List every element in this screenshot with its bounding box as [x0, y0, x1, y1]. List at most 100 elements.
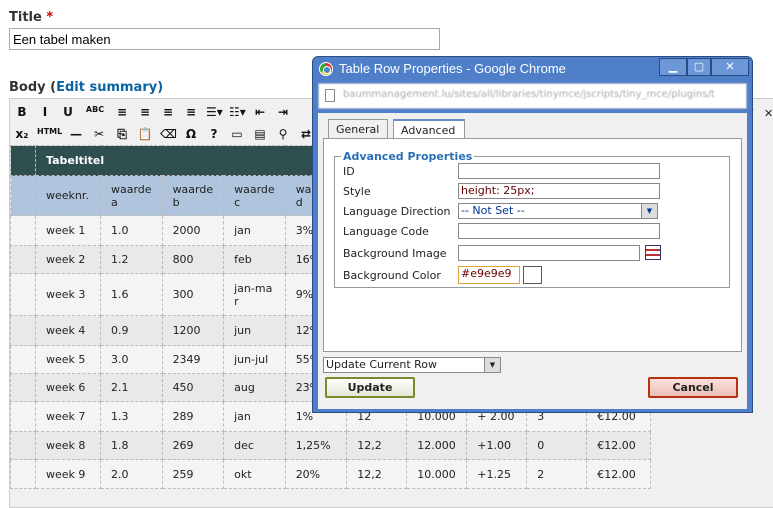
table-cell[interactable]: 0.9 [100, 315, 163, 346]
table-cell[interactable]: jan [223, 215, 286, 246]
toolbar-button-icon[interactable]: ⇥ [275, 105, 291, 119]
background-image-input[interactable] [458, 245, 640, 261]
table-cell[interactable]: jun [223, 315, 286, 346]
toolbar-button-icon[interactable]: — [68, 127, 84, 142]
table-cell[interactable] [10, 175, 36, 216]
table-row[interactable]: week 8 1.8 269 dec 1,25% 12,2 12.000 +1.00 0 €12.… [10, 431, 652, 460]
column-header[interactable]: waarde c [223, 175, 286, 216]
table-cell[interactable]: €12.00 [586, 431, 652, 460]
table-cell[interactable]: week 8 [35, 431, 101, 460]
table-cell[interactable]: 2 [526, 459, 588, 489]
table-cell[interactable]: 2349 [161, 345, 225, 374]
table-cell[interactable]: week 1 [35, 215, 101, 246]
table-cell[interactable]: week 6 [35, 373, 101, 402]
table-cell[interactable]: jan [223, 401, 286, 432]
table-cell[interactable]: 1.2 [100, 245, 163, 274]
toolbar-button-icon[interactable]: ☰▾ [206, 105, 223, 119]
table-cell[interactable]: dec [223, 431, 286, 460]
table-cell[interactable]: 20% [284, 459, 348, 489]
table-cell[interactable]: feb [223, 245, 286, 274]
table-cell[interactable]: 3.0 [100, 345, 163, 374]
toolbar-button-icon[interactable]: ⚲ [275, 127, 291, 142]
table-cell[interactable] [10, 145, 36, 176]
table-cell[interactable] [10, 373, 36, 402]
table-cell[interactable]: aug [223, 373, 286, 402]
language-direction-select[interactable]: -- Not Set -- ▼ [458, 203, 658, 219]
table-cell[interactable]: 2.0 [100, 459, 163, 489]
toolbar-button-icon[interactable]: ? [206, 127, 222, 142]
close-window-button[interactable]: ✕ [711, 58, 749, 76]
table-cell[interactable]: 10.000 [406, 459, 468, 489]
table-cell[interactable]: 1.3 [100, 401, 163, 432]
tab-advanced[interactable]: Advanced [393, 119, 465, 140]
toolbar-button-icon[interactable]: ⇤ [252, 105, 268, 119]
table-cell[interactable]: 300 [161, 273, 225, 316]
browse-icon[interactable] [645, 245, 661, 260]
column-header[interactable]: weeknr. [35, 175, 101, 216]
table-cell[interactable] [10, 345, 36, 374]
toolbar-button-icon[interactable]: HTML [37, 127, 62, 142]
toolbar-button-icon[interactable]: ≡ [183, 105, 199, 119]
table-cell[interactable] [10, 215, 36, 246]
table-cell[interactable]: 800 [161, 245, 225, 274]
minimize-button[interactable]: ▁ [659, 58, 687, 76]
edit-summary-link[interactable]: Edit summary [56, 80, 157, 95]
table-cell[interactable]: 1.6 [100, 273, 163, 316]
tab-general[interactable]: General [328, 119, 388, 139]
table-cell[interactable]: week 9 [35, 459, 101, 489]
table-cell[interactable]: 2.1 [100, 373, 163, 402]
background-color-input[interactable]: #e9e9e9 [458, 266, 520, 284]
table-row[interactable]: week 9 2.0 259 okt 20% 12,2 10.000 +1.25 2 €12.00 [10, 459, 652, 489]
table-cell[interactable]: week 3 [35, 273, 101, 316]
title-input[interactable] [9, 28, 440, 50]
toolbar-button-icon[interactable]: ▤ [252, 127, 268, 142]
table-cell[interactable]: €12.00 [586, 459, 652, 489]
id-input[interactable] [458, 163, 660, 179]
table-cell[interactable]: 2000 [161, 215, 225, 246]
toolbar-button-icon[interactable]: ⌫ [160, 127, 177, 142]
column-header[interactable]: waarde a [100, 175, 163, 216]
table-cell[interactable]: 269 [161, 431, 225, 460]
toolbar-button-icon[interactable]: B [14, 105, 30, 119]
table-cell[interactable]: 289 [161, 401, 225, 432]
table-cell[interactable]: jun-jul [223, 345, 286, 374]
table-cell[interactable]: 0 [526, 431, 588, 460]
cancel-button[interactable]: Cancel [648, 377, 738, 398]
table-cell[interactable]: 1,25% [284, 431, 348, 460]
table-cell[interactable]: jan-mar [223, 273, 286, 316]
toolbar-button-icon[interactable]: ≡ [137, 105, 153, 119]
toolbar-button-icon[interactable]: ≡ [160, 105, 176, 119]
table-cell[interactable] [10, 273, 36, 316]
language-code-input[interactable] [458, 223, 660, 239]
maximize-button[interactable]: ▢ [687, 58, 711, 76]
action-select[interactable]: Update Current Row ▼ [323, 357, 501, 373]
toolbar-button-icon[interactable]: 📋 [137, 127, 153, 142]
toolbar-button-icon[interactable]: I [37, 105, 53, 119]
close-icon[interactable]: ✕ [764, 107, 773, 120]
table-cell[interactable]: week 4 [35, 315, 101, 346]
table-cell[interactable]: 12.000 [406, 431, 468, 460]
style-input[interactable]: height: 25px; [458, 183, 660, 199]
table-cell[interactable] [10, 459, 36, 489]
address-bar[interactable]: baummanagement.lu/sites/all/libraries/ti… [318, 83, 747, 109]
table-cell[interactable]: +1.00 [466, 431, 528, 460]
table-cell[interactable]: 1.8 [100, 431, 163, 460]
table-cell[interactable]: 1.0 [100, 215, 163, 246]
table-cell[interactable]: 12,2 [346, 431, 408, 460]
toolbar-button-icon[interactable]: ✂ [91, 127, 107, 142]
table-cell[interactable]: 450 [161, 373, 225, 402]
toolbar-button-icon[interactable]: ☷▾ [229, 105, 246, 119]
table-cell[interactable] [10, 245, 36, 274]
update-button[interactable]: Update [325, 377, 415, 398]
table-cell[interactable]: 12,2 [346, 459, 408, 489]
table-cell[interactable]: +1.25 [466, 459, 528, 489]
toolbar-button-icon[interactable]: ⎘ [114, 127, 130, 142]
table-cell[interactable]: week 7 [35, 401, 101, 432]
toolbar-button-icon[interactable]: x₂ [14, 127, 30, 142]
table-cell[interactable]: 259 [161, 459, 225, 489]
table-cell[interactable]: 1200 [161, 315, 225, 346]
column-header[interactable]: waarde b [161, 175, 225, 216]
toolbar-button-icon[interactable]: U [60, 105, 76, 119]
table-cell[interactable] [10, 401, 36, 432]
toolbar-button-icon[interactable]: ABC [83, 105, 107, 119]
